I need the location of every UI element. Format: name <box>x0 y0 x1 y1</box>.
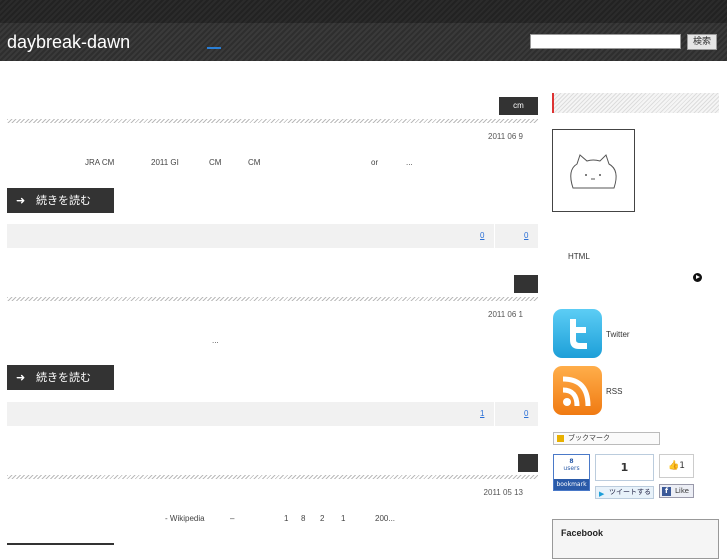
post-date: 2011 06 1 <box>488 310 523 319</box>
post-meta-bar: 1 0 <box>7 402 538 426</box>
like-count: 1 <box>679 461 685 471</box>
excerpt-text: – <box>230 514 235 523</box>
meta-divider <box>494 402 495 426</box>
facebook-f-icon: f <box>662 487 671 496</box>
hatena-bookmark-counter[interactable]: 8 users bookmark <box>553 454 590 491</box>
read-more-label: 続きを読む <box>36 371 91 384</box>
trackbacks-link[interactable]: 0 <box>524 231 528 240</box>
play-circle-icon[interactable] <box>693 273 702 282</box>
meta-divider <box>494 224 495 248</box>
post-divider <box>7 297 538 301</box>
tweet-button[interactable]: ▶ ツイートする <box>595 486 654 499</box>
bird-icon: ▶ <box>599 490 605 498</box>
post-category-tag[interactable] <box>514 275 538 293</box>
excerpt-text: 2011 GI <box>151 158 179 167</box>
twitter-t-glyph <box>570 319 587 349</box>
excerpt-text: 2 <box>320 514 325 523</box>
facebook-widget: Facebook <box>552 519 719 559</box>
search-button[interactable]: 検索 <box>687 34 717 50</box>
widget-accent-bar <box>552 93 554 113</box>
arrow-right-icon: ➜ <box>16 371 26 384</box>
hatena-count: 8 <box>569 458 574 465</box>
thumbs-up-icon: 👍 <box>668 461 680 471</box>
excerpt-text: 8 <box>301 514 306 523</box>
hatena-bookmark-add-button[interactable]: ブックマーク <box>553 432 660 445</box>
comments-link[interactable]: 1 <box>480 409 484 418</box>
excerpt-text: 1 <box>284 514 289 523</box>
read-more-button[interactable]: ➜ 続きを読む <box>7 365 114 390</box>
excerpt-text: CM <box>248 158 261 167</box>
twitter-link[interactable]: Twitter <box>606 330 630 339</box>
read-more-label: 続きを読む <box>36 194 91 207</box>
widget-header <box>552 93 719 113</box>
excerpt-text: 1 <box>341 514 346 523</box>
arrow-right-icon: ➜ <box>16 194 26 207</box>
post-divider <box>7 119 538 123</box>
title-accent-line <box>207 47 221 49</box>
rss-waves-glyph <box>562 376 591 407</box>
facebook-like-button[interactable]: f Like <box>659 484 694 498</box>
excerpt-text: ... <box>406 158 413 167</box>
hatena-add-label: ブックマーク <box>568 434 610 442</box>
post-date: 2011 05 13 <box>483 488 523 497</box>
rss-feed-icon[interactable] <box>553 366 602 415</box>
tweet-button-label: ツイートする <box>609 488 651 496</box>
excerpt-text: 200... <box>375 514 396 523</box>
profile-html-text: HTML <box>568 252 590 261</box>
like-button-label: Like <box>675 487 689 495</box>
cat-face-icon <box>570 154 617 189</box>
trackbacks-link[interactable]: 0 <box>524 409 528 418</box>
excerpt-text: or <box>371 158 379 167</box>
post-meta-bar: 0 0 <box>7 224 538 248</box>
like-count-box: 👍1 <box>659 454 694 478</box>
post-category-tag[interactable] <box>518 454 538 472</box>
profile-avatar <box>552 129 635 212</box>
site-title[interactable]: daybreak-dawn <box>7 32 130 53</box>
excerpt-text: CM <box>209 158 222 167</box>
facebook-widget-title: Facebook <box>561 528 604 538</box>
twitter-bird-icon[interactable] <box>553 309 602 358</box>
read-more-button[interactable]: ➜ 続きを読む <box>7 188 114 213</box>
hatena-users-label: users <box>563 465 580 472</box>
post-divider <box>7 475 538 479</box>
excerpt-text: JRA CM <box>85 158 115 167</box>
tweet-count: 1 <box>595 454 654 481</box>
post-date: 2011 06 9 <box>488 132 523 141</box>
search-input[interactable] <box>530 34 681 49</box>
rss-link[interactable]: RSS <box>606 387 622 396</box>
hatena-bookmark-label: bookmark <box>554 479 589 490</box>
excerpt-text: - Wikipedia <box>165 514 205 523</box>
excerpt-text: ... <box>212 336 219 345</box>
site-header: daybreak-dawn 検索 <box>0 0 727 61</box>
comments-link[interactable]: 0 <box>480 231 484 240</box>
hatena-add-icon <box>557 435 564 442</box>
post-category-tag[interactable]: cm <box>499 97 538 115</box>
